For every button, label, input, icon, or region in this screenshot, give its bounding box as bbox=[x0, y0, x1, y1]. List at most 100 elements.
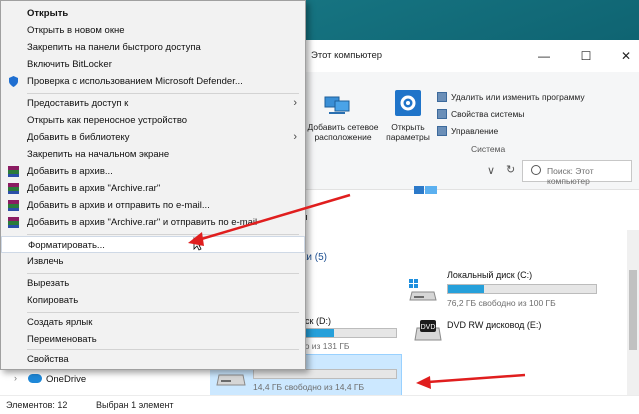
manage-button[interactable]: Управление bbox=[437, 126, 498, 136]
local-disk-usage-fill bbox=[448, 285, 484, 293]
nav-onedrive[interactable]: OneDrive bbox=[46, 374, 86, 385]
defender-shield-icon bbox=[8, 76, 19, 87]
menu-separator bbox=[27, 234, 299, 235]
mouse-cursor-icon bbox=[193, 237, 204, 251]
winrar-icon bbox=[8, 200, 19, 211]
add-network-location-button[interactable]: Добавить сетевое расположение bbox=[303, 122, 383, 142]
navigation-pane: OneDrive › bbox=[0, 368, 210, 395]
open-settings-button[interactable]: Открыть параметры bbox=[383, 122, 433, 142]
search-input[interactable]: Поиск: Этот компьютер bbox=[522, 160, 632, 186]
menu-pin-quick-access[interactable]: Закрепить на панели быстрого доступа bbox=[1, 39, 305, 56]
menu-add-archive[interactable]: Добавить в архив... bbox=[1, 163, 305, 180]
menu-open-new-window[interactable]: Открыть в новом окне bbox=[1, 22, 305, 39]
winrar-icon bbox=[8, 217, 19, 228]
title-bar: Этот компьютер — ☐ ✕ bbox=[301, 40, 639, 72]
menu-rename-label: Переименовать bbox=[27, 334, 97, 345]
disk-d-usage-bar bbox=[300, 328, 397, 338]
menu-bitlocker[interactable]: Включить BitLocker bbox=[1, 56, 305, 73]
winrar-icon bbox=[8, 166, 19, 177]
dvd-drive-icon: DVD bbox=[414, 318, 442, 344]
menu-open[interactable]: Открыть bbox=[1, 5, 305, 22]
submenu-arrow-icon: › bbox=[293, 131, 297, 143]
menu-properties[interactable]: Свойства bbox=[1, 351, 305, 368]
programs-icon bbox=[437, 92, 447, 102]
menu-defender-scan[interactable]: Проверка с использованием Microsoft Defe… bbox=[1, 73, 305, 90]
menu-add-archive-label: Добавить в архив... bbox=[27, 166, 113, 177]
local-disk-c[interactable]: Локальный диск (C:) 76,2 ГБ свободно из … bbox=[447, 270, 597, 308]
status-elements: Элементов: 12 bbox=[6, 400, 68, 410]
menu-add-email-label: Добавить в архив и отправить по e-mail..… bbox=[27, 200, 210, 211]
menu-open-portable[interactable]: Открыть как переносное устройство bbox=[1, 112, 305, 129]
dvd-drive-label[interactable]: DVD RW дисковод (E:) bbox=[447, 320, 541, 330]
submenu-arrow-icon: › bbox=[293, 97, 297, 109]
menu-share-label: Предоставить доступ к bbox=[27, 98, 129, 109]
status-selected: Выбран 1 элемент bbox=[96, 400, 174, 410]
menu-add-rar-email-label: Добавить в архив "Archive.rar" и отправи… bbox=[27, 217, 258, 228]
menu-add-archive-email[interactable]: Добавить в архив и отправить по e-mail..… bbox=[1, 197, 305, 214]
menu-cut[interactable]: Вырезать bbox=[1, 275, 305, 292]
window-title: Этот компьютер bbox=[311, 50, 383, 61]
usb-free-text: 14,4 ГБ свободно из 14,4 ГБ bbox=[253, 382, 365, 392]
menu-portable-label: Открыть как переносное устройство bbox=[27, 115, 188, 126]
menu-add-to-library[interactable]: Добавить в библиотеку › bbox=[1, 129, 305, 146]
close-button[interactable]: ✕ bbox=[615, 46, 637, 66]
menu-pin-start[interactable]: Закрепить на начальном экране bbox=[1, 146, 305, 163]
search-placeholder: Поиск: Этот компьютер bbox=[547, 166, 594, 186]
settings-gear-icon bbox=[395, 90, 421, 116]
menu-separator bbox=[27, 93, 299, 94]
vertical-scrollbar[interactable] bbox=[627, 230, 639, 395]
network-location-icon bbox=[323, 94, 351, 116]
computer-manage-icon bbox=[437, 126, 447, 136]
scrollbar-thumb[interactable] bbox=[629, 270, 637, 350]
usb-drive-icon bbox=[216, 372, 246, 388]
menu-eject-label: Извлечь bbox=[27, 256, 64, 267]
menu-cut-label: Вырезать bbox=[27, 278, 70, 289]
local-disk-icon bbox=[408, 278, 438, 304]
maximize-button[interactable]: ☐ bbox=[575, 46, 597, 66]
menu-pin-start-label: Закрепить на начальном экране bbox=[27, 149, 170, 160]
dropdown-chevron-icon[interactable]: ∨ bbox=[487, 164, 495, 177]
menu-separator bbox=[27, 273, 299, 274]
menu-copy-label: Копировать bbox=[27, 295, 79, 306]
menu-library-label: Добавить в библиотеку bbox=[27, 132, 130, 143]
address-row: ∨ ↻ Поиск: Этот компьютер bbox=[301, 160, 639, 186]
ribbon-group-label: Система bbox=[471, 144, 506, 154]
menu-add-rar-email[interactable]: Добавить в архив "Archive.rar" и отправи… bbox=[1, 214, 305, 231]
disk-d-free-fragment: но из 131 ГБ bbox=[300, 341, 350, 351]
checklist-icon bbox=[437, 109, 447, 119]
menu-separator bbox=[27, 349, 299, 350]
menu-open-new-label: Открыть в новом окне bbox=[27, 25, 125, 36]
system-properties-button[interactable]: Свойства системы bbox=[437, 109, 524, 119]
minimize-button[interactable]: — bbox=[533, 46, 555, 66]
menu-defender-label: Проверка с использованием Microsoft Defe… bbox=[27, 76, 243, 87]
menu-copy[interactable]: Копировать bbox=[1, 292, 305, 309]
local-disk-usage-bar bbox=[447, 284, 597, 294]
manage-label: Управление bbox=[451, 126, 499, 136]
usb-usage-bar bbox=[253, 369, 397, 379]
svg-text:DVD: DVD bbox=[421, 324, 436, 331]
status-bar: Элементов: 12 Выбран 1 элемент bbox=[0, 395, 639, 414]
winrar-icon bbox=[8, 183, 19, 194]
menu-eject[interactable]: Извлечь bbox=[1, 253, 305, 270]
menu-rename[interactable]: Переименовать bbox=[1, 331, 305, 348]
context-menu: Открыть Открыть в новом окне Закрепить н… bbox=[0, 0, 306, 370]
uninstall-program-button[interactable]: Удалить или изменить программу bbox=[437, 92, 585, 102]
system-properties-label: Свойства системы bbox=[451, 109, 525, 119]
menu-shortcut-label: Создать ярлык bbox=[27, 317, 93, 328]
menu-properties-label: Свойства bbox=[27, 354, 69, 365]
menu-open-label: Открыть bbox=[27, 8, 69, 19]
local-disk-label: Локальный диск (C:) bbox=[447, 270, 533, 280]
nav-expand-icon[interactable]: › bbox=[14, 373, 17, 383]
menu-add-rar-label: Добавить в архив "Archive.rar" bbox=[27, 183, 161, 194]
menu-share-with[interactable]: Предоставить доступ к › bbox=[1, 95, 305, 112]
menu-add-rar[interactable]: Добавить в архив "Archive.rar" bbox=[1, 180, 305, 197]
folder-icon bbox=[412, 182, 440, 202]
menu-format[interactable]: Форматировать... bbox=[1, 236, 305, 253]
uninstall-label: Удалить или изменить программу bbox=[451, 92, 585, 102]
refresh-icon[interactable]: ↻ bbox=[506, 163, 515, 176]
menu-bitlocker-label: Включить BitLocker bbox=[27, 59, 112, 70]
menu-create-shortcut[interactable]: Создать ярлык bbox=[1, 314, 305, 331]
menu-pin-quick-label: Закрепить на панели быстрого доступа bbox=[27, 42, 201, 53]
menu-format-label: Форматировать... bbox=[28, 240, 105, 251]
menu-separator bbox=[27, 312, 299, 313]
